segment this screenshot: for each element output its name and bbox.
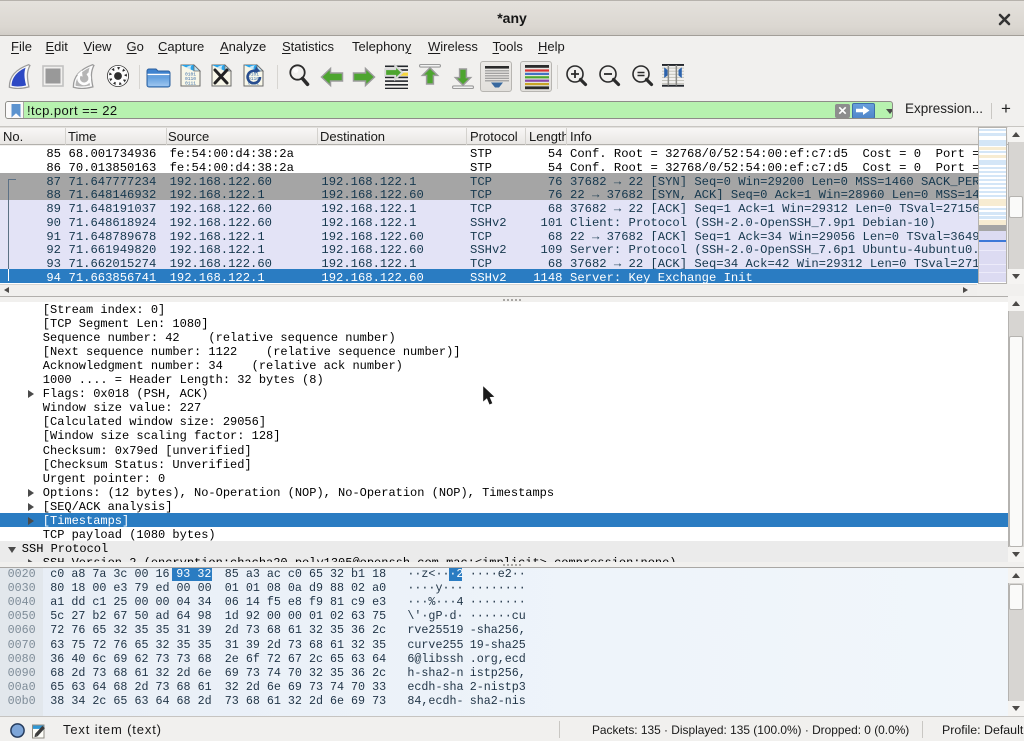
svg-text:0111: 0111	[185, 80, 196, 86]
